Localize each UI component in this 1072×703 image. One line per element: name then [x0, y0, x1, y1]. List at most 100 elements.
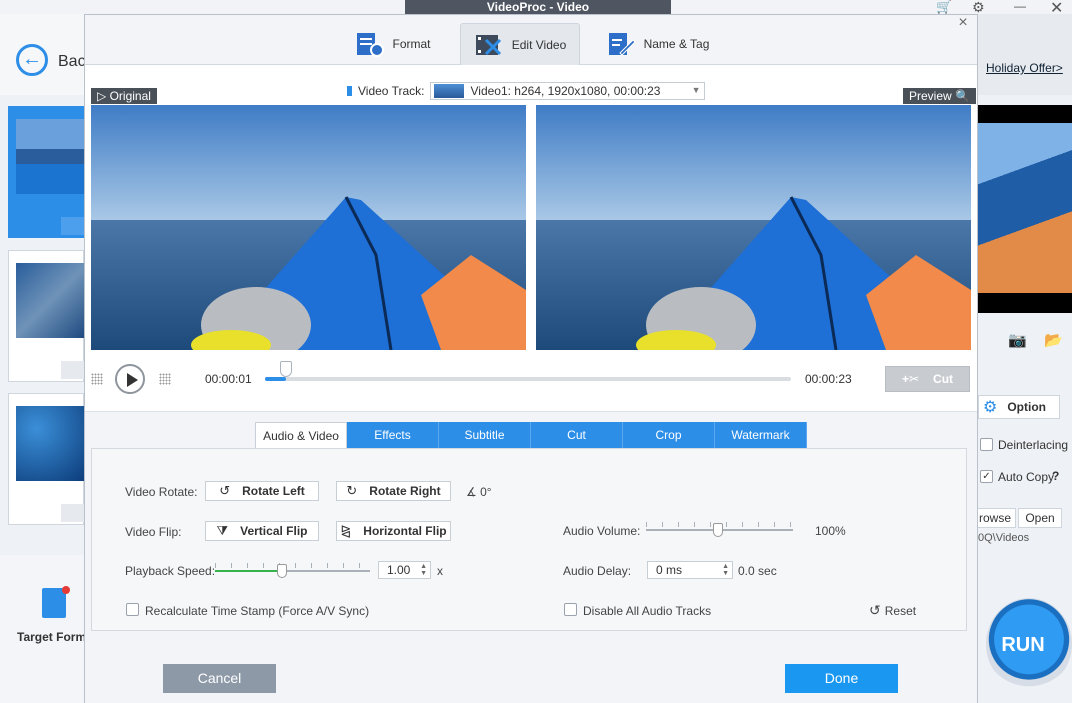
chevron-down-icon: ▼	[691, 85, 701, 95]
playback-speed-unit: x	[437, 564, 443, 578]
window-title: VideoProc - Video	[405, 0, 671, 14]
back-arrow-icon[interactable]: ←	[16, 44, 48, 76]
recalculate-timestamp-checkbox[interactable]	[126, 603, 139, 616]
rotate-left-button[interactable]: ↺ Rotate Left	[205, 481, 319, 501]
horizontal-flip-icon: ⧎	[340, 523, 352, 538]
vertical-flip-icon: ⧩	[216, 523, 229, 538]
subtab-cut[interactable]: Cut	[531, 422, 623, 448]
spin-arrows-icon[interactable]: ▲ ▼	[420, 563, 427, 577]
tab-format[interactable]: Format	[350, 23, 435, 65]
deinterlacing-label: Deinterlacing	[998, 438, 1069, 452]
rotate-left-icon: ↺	[219, 483, 231, 498]
video-list-item[interactable]	[8, 393, 85, 525]
playback-speed-label: Playback Speed:	[125, 564, 216, 578]
help-icon[interactable]: ?	[1052, 469, 1059, 483]
horizontal-flip-button[interactable]: ⧎ Horizontal Flip	[336, 521, 451, 541]
video-list-item[interactable]	[8, 250, 85, 382]
done-button[interactable]: Done	[785, 664, 898, 693]
open-button[interactable]: Open	[1018, 508, 1062, 528]
dialog-tabs: Format Edit Video Name & Tag ×	[85, 15, 977, 65]
reset-button[interactable]: ↺ Reset	[869, 602, 916, 619]
subtab-subtitle[interactable]: Subtitle	[439, 422, 531, 448]
grip-handle-left[interactable]	[91, 373, 103, 385]
spin-arrows-icon[interactable]: ▲ ▼	[722, 563, 729, 577]
format-icon	[357, 33, 385, 57]
cancel-button[interactable]: Cancel	[163, 664, 276, 693]
snapshot-icon[interactable]: 📷	[1008, 331, 1027, 349]
disable-audio-label: Disable All Audio Tracks	[583, 604, 712, 618]
play-button[interactable]	[115, 364, 145, 394]
original-video	[91, 105, 526, 350]
tab-edit-video[interactable]: Edit Video	[460, 23, 580, 65]
disable-audio-checkbox[interactable]	[564, 603, 577, 616]
audio-delay-seconds: 0.0 sec	[738, 564, 777, 578]
video-flip-label: Video Flip:	[125, 525, 182, 539]
auto-copy-checkbox[interactable]: ✓	[980, 470, 993, 483]
timeline-thumb[interactable]	[280, 361, 292, 377]
rotate-right-button[interactable]: ↻ Rotate Right	[336, 481, 451, 501]
gear-icon[interactable]: ⚙	[972, 0, 990, 14]
notification-dot	[62, 586, 70, 594]
scissors-icon: +✂	[901, 372, 920, 386]
run-button[interactable]: RUN	[986, 598, 1072, 690]
browse-button[interactable]: rowse	[976, 508, 1016, 528]
video-track-selector: Video Track: Video1: h264, 1920x1080, 00…	[347, 82, 706, 100]
play-outline-icon: ▷	[97, 89, 107, 103]
audio-delay-label: Audio Delay:	[563, 564, 632, 578]
track-icon	[347, 86, 352, 96]
audio-volume-thumb[interactable]	[713, 523, 723, 537]
close-window-icon[interactable]: ✕	[1050, 0, 1064, 17]
reset-icon: ↺	[869, 602, 881, 618]
video-list-item[interactable]	[8, 106, 85, 238]
total-time: 00:00:23	[805, 372, 852, 386]
subtab-effects[interactable]: Effects	[347, 422, 439, 448]
preview-video	[536, 105, 971, 350]
deinterlacing-checkbox[interactable]	[980, 438, 993, 451]
subtab-watermark[interactable]: Watermark	[715, 422, 807, 448]
rotate-right-icon: ↻	[346, 483, 358, 498]
target-format-area	[0, 555, 84, 703]
subtab-crop[interactable]: Crop	[623, 422, 715, 448]
timeline-progress	[265, 377, 286, 381]
video-track-dropdown[interactable]: Video1: h264, 1920x1080, 00:00:23 ▼	[430, 82, 706, 100]
original-label: ▷ Original	[91, 88, 157, 104]
tab-name-tag[interactable]: Name & Tag	[605, 23, 710, 65]
vertical-flip-button[interactable]: ⧩ Vertical Flip	[205, 521, 319, 541]
audio-volume-label: Audio Volume:	[563, 524, 641, 538]
audio-delay-input[interactable]: 0 ms ▲ ▼	[647, 561, 733, 579]
preview-label: Preview 🔍	[903, 88, 976, 104]
grip-handle-right[interactable]	[159, 373, 171, 385]
timeline-track[interactable]	[265, 377, 791, 381]
playback-speed-slider[interactable]	[215, 563, 370, 578]
audio-volume-value: 100%	[815, 524, 846, 538]
cart-icon[interactable]: 🛒	[936, 0, 954, 14]
output-path: 0Q\Videos	[978, 532, 1030, 544]
video-track-label: Video Track:	[358, 84, 425, 98]
subtab-audio-video[interactable]: Audio & Video	[255, 422, 347, 448]
playback-speed-input[interactable]: 1.00 ▲ ▼	[378, 561, 431, 579]
edit-subtabs: Audio & Video Effects Subtitle Cut Crop …	[255, 422, 807, 448]
recalculate-timestamp-label: Recalculate Time Stamp (Force A/V Sync)	[145, 604, 370, 618]
edit-video-dialog: Format Edit Video Name & Tag × Video Tra…	[84, 14, 978, 703]
auto-copy-label: Auto Copy	[998, 470, 1055, 484]
back-label[interactable]: Bac	[58, 53, 86, 71]
cut-button[interactable]: +✂ Cut	[885, 366, 970, 392]
playback-speed-thumb[interactable]	[277, 564, 287, 578]
folder-icon[interactable]: 📂	[1044, 331, 1063, 349]
edit-video-icon	[475, 34, 501, 55]
video-thumbnail	[16, 119, 85, 194]
minimize-icon[interactable]: —	[1014, 0, 1028, 14]
video-rotate-label: Video Rotate:	[125, 485, 198, 499]
name-tag-icon	[608, 33, 636, 56]
gear-icon: ⚙	[983, 399, 998, 416]
audio-volume-slider[interactable]	[646, 522, 793, 537]
right-preview	[978, 105, 1072, 313]
target-format-label[interactable]: Target Form	[17, 630, 86, 644]
magnifier-icon: 🔍	[955, 89, 970, 103]
close-dialog-icon[interactable]: ×	[955, 15, 971, 31]
angle-icon: ∡	[466, 485, 477, 499]
current-time: 00:00:01	[205, 372, 252, 386]
option-button[interactable]: ⚙ Option	[978, 395, 1060, 419]
video-thumbnail	[16, 406, 85, 481]
holiday-offer-link[interactable]: Holiday Offer>	[986, 61, 1063, 75]
